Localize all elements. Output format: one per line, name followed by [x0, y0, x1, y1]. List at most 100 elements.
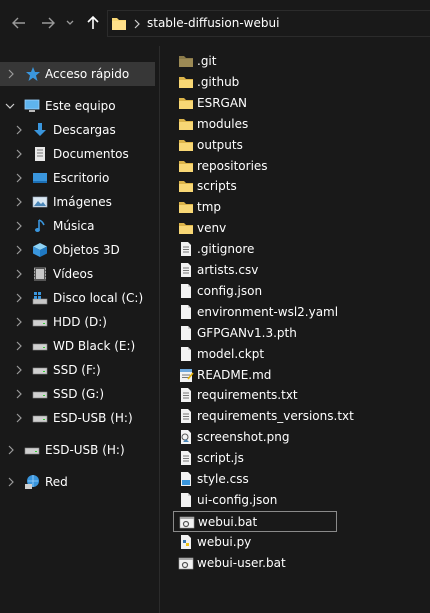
chevron-right-icon[interactable] — [14, 412, 24, 424]
nav-label: Este equipo — [45, 99, 116, 113]
file-row[interactable]: ESRGAN — [173, 93, 337, 114]
nav-item-quick-access[interactable]: Acceso rápido — [0, 62, 155, 86]
file-row[interactable]: environment-wsl2.yaml — [173, 302, 338, 323]
nav-item-pictures[interactable]: Imágenes — [0, 190, 159, 214]
file-row[interactable]: artists.csv — [173, 260, 337, 281]
chevron-right-icon[interactable] — [14, 124, 24, 136]
chevron-right-icon[interactable] — [14, 268, 24, 280]
folder-icon — [178, 158, 194, 174]
python-file-icon — [178, 534, 194, 550]
gear-file-icon — [179, 514, 195, 530]
nav-item-drive-f[interactable]: SSD (F:) — [0, 358, 159, 382]
file-name: repositories — [197, 158, 268, 173]
nav-label: Descargas — [53, 123, 116, 137]
up-button[interactable] — [83, 13, 103, 33]
file-row[interactable]: modules — [173, 114, 337, 135]
drive-icon — [32, 319, 48, 327]
file-row[interactable]: script.js — [173, 448, 337, 469]
folder-icon — [178, 137, 194, 153]
file-name: venv — [197, 221, 227, 236]
chevron-right-icon[interactable] — [14, 316, 24, 328]
file-name: .git — [197, 54, 217, 68]
file-row[interactable]: requirements_versions.txt — [173, 406, 354, 427]
nav-item-drive-d[interactable]: HDD (D:) — [0, 310, 159, 334]
folder-icon — [178, 199, 194, 215]
file-name: script.js — [197, 451, 244, 466]
file-row[interactable]: requirements.txt — [173, 385, 337, 406]
nav-item-desktop[interactable]: Escritorio — [0, 166, 159, 190]
pictures-icon — [32, 196, 48, 208]
file-row[interactable]: ui-config.json — [173, 490, 337, 511]
file-row[interactable]: venv — [173, 218, 337, 239]
file-name: .gitignore — [197, 242, 255, 257]
chevron-right-icon[interactable] — [14, 196, 24, 208]
nav-label: HDD (D:) — [53, 315, 107, 329]
nav-item-drive-g[interactable]: SSD (G:) — [0, 382, 159, 406]
chevron-right-icon[interactable] — [14, 364, 24, 376]
nav-item-drive-c[interactable]: Disco local (C:) — [0, 286, 159, 310]
nav-item-3d-objects[interactable]: Objetos 3D — [0, 238, 159, 262]
drive-icon — [32, 367, 48, 375]
chevron-right-icon[interactable] — [14, 172, 24, 184]
folder-icon — [178, 116, 194, 132]
file-row[interactable]: config.json — [173, 281, 337, 302]
file-row[interactable]: webui.bat — [173, 510, 337, 532]
chevron-right-icon[interactable] — [14, 388, 24, 400]
chevron-right-icon[interactable] — [14, 220, 24, 232]
file-row[interactable]: README.md — [173, 365, 337, 386]
file-name: ESRGAN — [197, 95, 248, 110]
file-row[interactable]: style.css — [173, 469, 337, 490]
chevron-right-icon[interactable] — [14, 340, 24, 352]
nav-item-music[interactable]: Música — [0, 214, 159, 238]
file-name: requirements.txt — [197, 388, 298, 403]
file-row[interactable]: repositories — [173, 156, 337, 177]
folder-icon — [178, 74, 194, 90]
file-row[interactable]: webui.py — [173, 532, 337, 553]
computer-icon — [24, 99, 40, 112]
nav-item-network[interactable]: Red — [0, 470, 159, 494]
css-file-icon — [178, 471, 194, 487]
chevron-down-icon[interactable] — [5, 100, 15, 112]
chevron-right-icon[interactable] — [14, 244, 24, 256]
nav-item-downloads[interactable]: Descargas — [0, 118, 159, 142]
file-row[interactable]: .github — [173, 72, 337, 93]
nav-label: Vídeos — [53, 267, 94, 281]
file-name: config.json — [197, 283, 263, 298]
file-row[interactable]: outputs — [173, 135, 337, 156]
forward-button[interactable] — [38, 13, 58, 33]
file-row[interactable]: .gitignore — [173, 239, 337, 260]
chevron-right-icon[interactable] — [14, 292, 24, 304]
chevron-right-icon[interactable] — [14, 148, 24, 160]
nav-item-drive-h[interactable]: ESD-USB (H:) — [0, 406, 159, 430]
file-row[interactable]: scripts — [173, 176, 337, 197]
file-row[interactable]: tmp — [173, 197, 337, 218]
file-icon — [178, 325, 194, 341]
file-name: .github — [197, 74, 240, 89]
file-row[interactable]: model.ckpt — [173, 344, 337, 365]
file-name: requirements_versions.txt — [197, 409, 354, 424]
nav-item-this-pc[interactable]: Este equipo — [0, 94, 159, 118]
chevron-right-icon[interactable] — [6, 444, 16, 456]
file-row[interactable]: webui-user.bat — [173, 553, 337, 574]
nav-item-documents[interactable]: Documentos — [0, 142, 159, 166]
text-file-icon — [178, 450, 194, 466]
recent-locations-button[interactable] — [63, 13, 77, 33]
file-row[interactable]: GFPGANv1.3.pth — [173, 323, 337, 344]
address-bar[interactable]: stable-diffusion-webui — [107, 10, 430, 37]
file-name: README.md — [197, 367, 272, 382]
nav-item-esd-usb[interactable]: ESD-USB (H:) — [0, 438, 159, 462]
chevron-right-icon[interactable] — [6, 68, 16, 80]
file-row[interactable]: .git — [173, 51, 337, 72]
drive-icon — [32, 343, 48, 351]
chevron-right-icon[interactable] — [6, 476, 16, 488]
file-icon — [178, 492, 194, 508]
download-arrow-icon — [34, 123, 46, 136]
star-icon — [26, 67, 40, 81]
back-button[interactable] — [9, 13, 29, 33]
breadcrumb-current-folder[interactable]: stable-diffusion-webui — [147, 16, 279, 30]
nav-label: Imágenes — [53, 195, 112, 209]
nav-item-drive-e[interactable]: WD Black (E:) — [0, 334, 159, 358]
folder-icon — [178, 53, 194, 69]
file-row[interactable]: screenshot.png — [173, 427, 337, 448]
nav-item-videos[interactable]: Vídeos — [0, 262, 159, 286]
